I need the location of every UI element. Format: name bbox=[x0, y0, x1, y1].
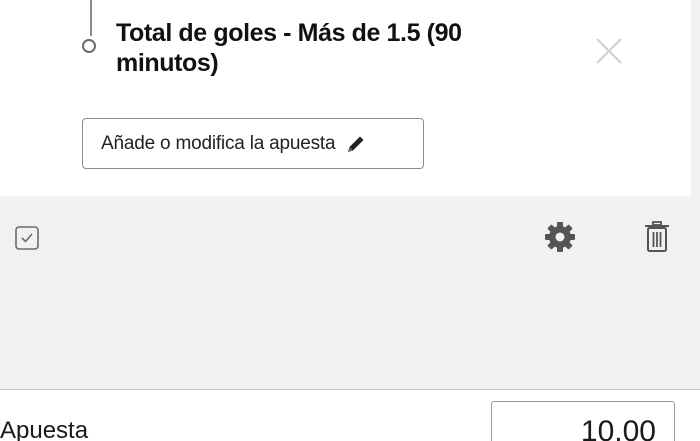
stake-input[interactable]: 10.00 bbox=[491, 401, 675, 441]
betslip-tools-bar bbox=[0, 196, 700, 390]
timeline-dot bbox=[82, 39, 96, 53]
gear-icon bbox=[545, 222, 575, 252]
pencil-icon bbox=[348, 136, 364, 152]
delete-all-button[interactable] bbox=[643, 220, 671, 254]
close-icon bbox=[596, 38, 622, 64]
modify-bet-button[interactable]: Añade o modifica la apuesta bbox=[82, 118, 424, 169]
settings-button[interactable] bbox=[543, 220, 577, 254]
select-all-checkbox[interactable] bbox=[13, 224, 41, 252]
remove-selection-button[interactable] bbox=[594, 36, 624, 66]
timeline-line bbox=[90, 0, 92, 36]
market-title: Total de goles - Más de 1.5 (90 minutos) bbox=[116, 19, 462, 77]
card-edge bbox=[691, 0, 700, 196]
checkbox-checked-icon bbox=[15, 226, 39, 250]
modify-bet-label: Añade o modifica la apuesta bbox=[101, 132, 336, 154]
trash-icon bbox=[645, 221, 669, 252]
betslip-panel: Total de goles - Más de 1.5 (90 minutos)… bbox=[0, 0, 700, 441]
stake-label: Apuesta bbox=[0, 417, 89, 441]
